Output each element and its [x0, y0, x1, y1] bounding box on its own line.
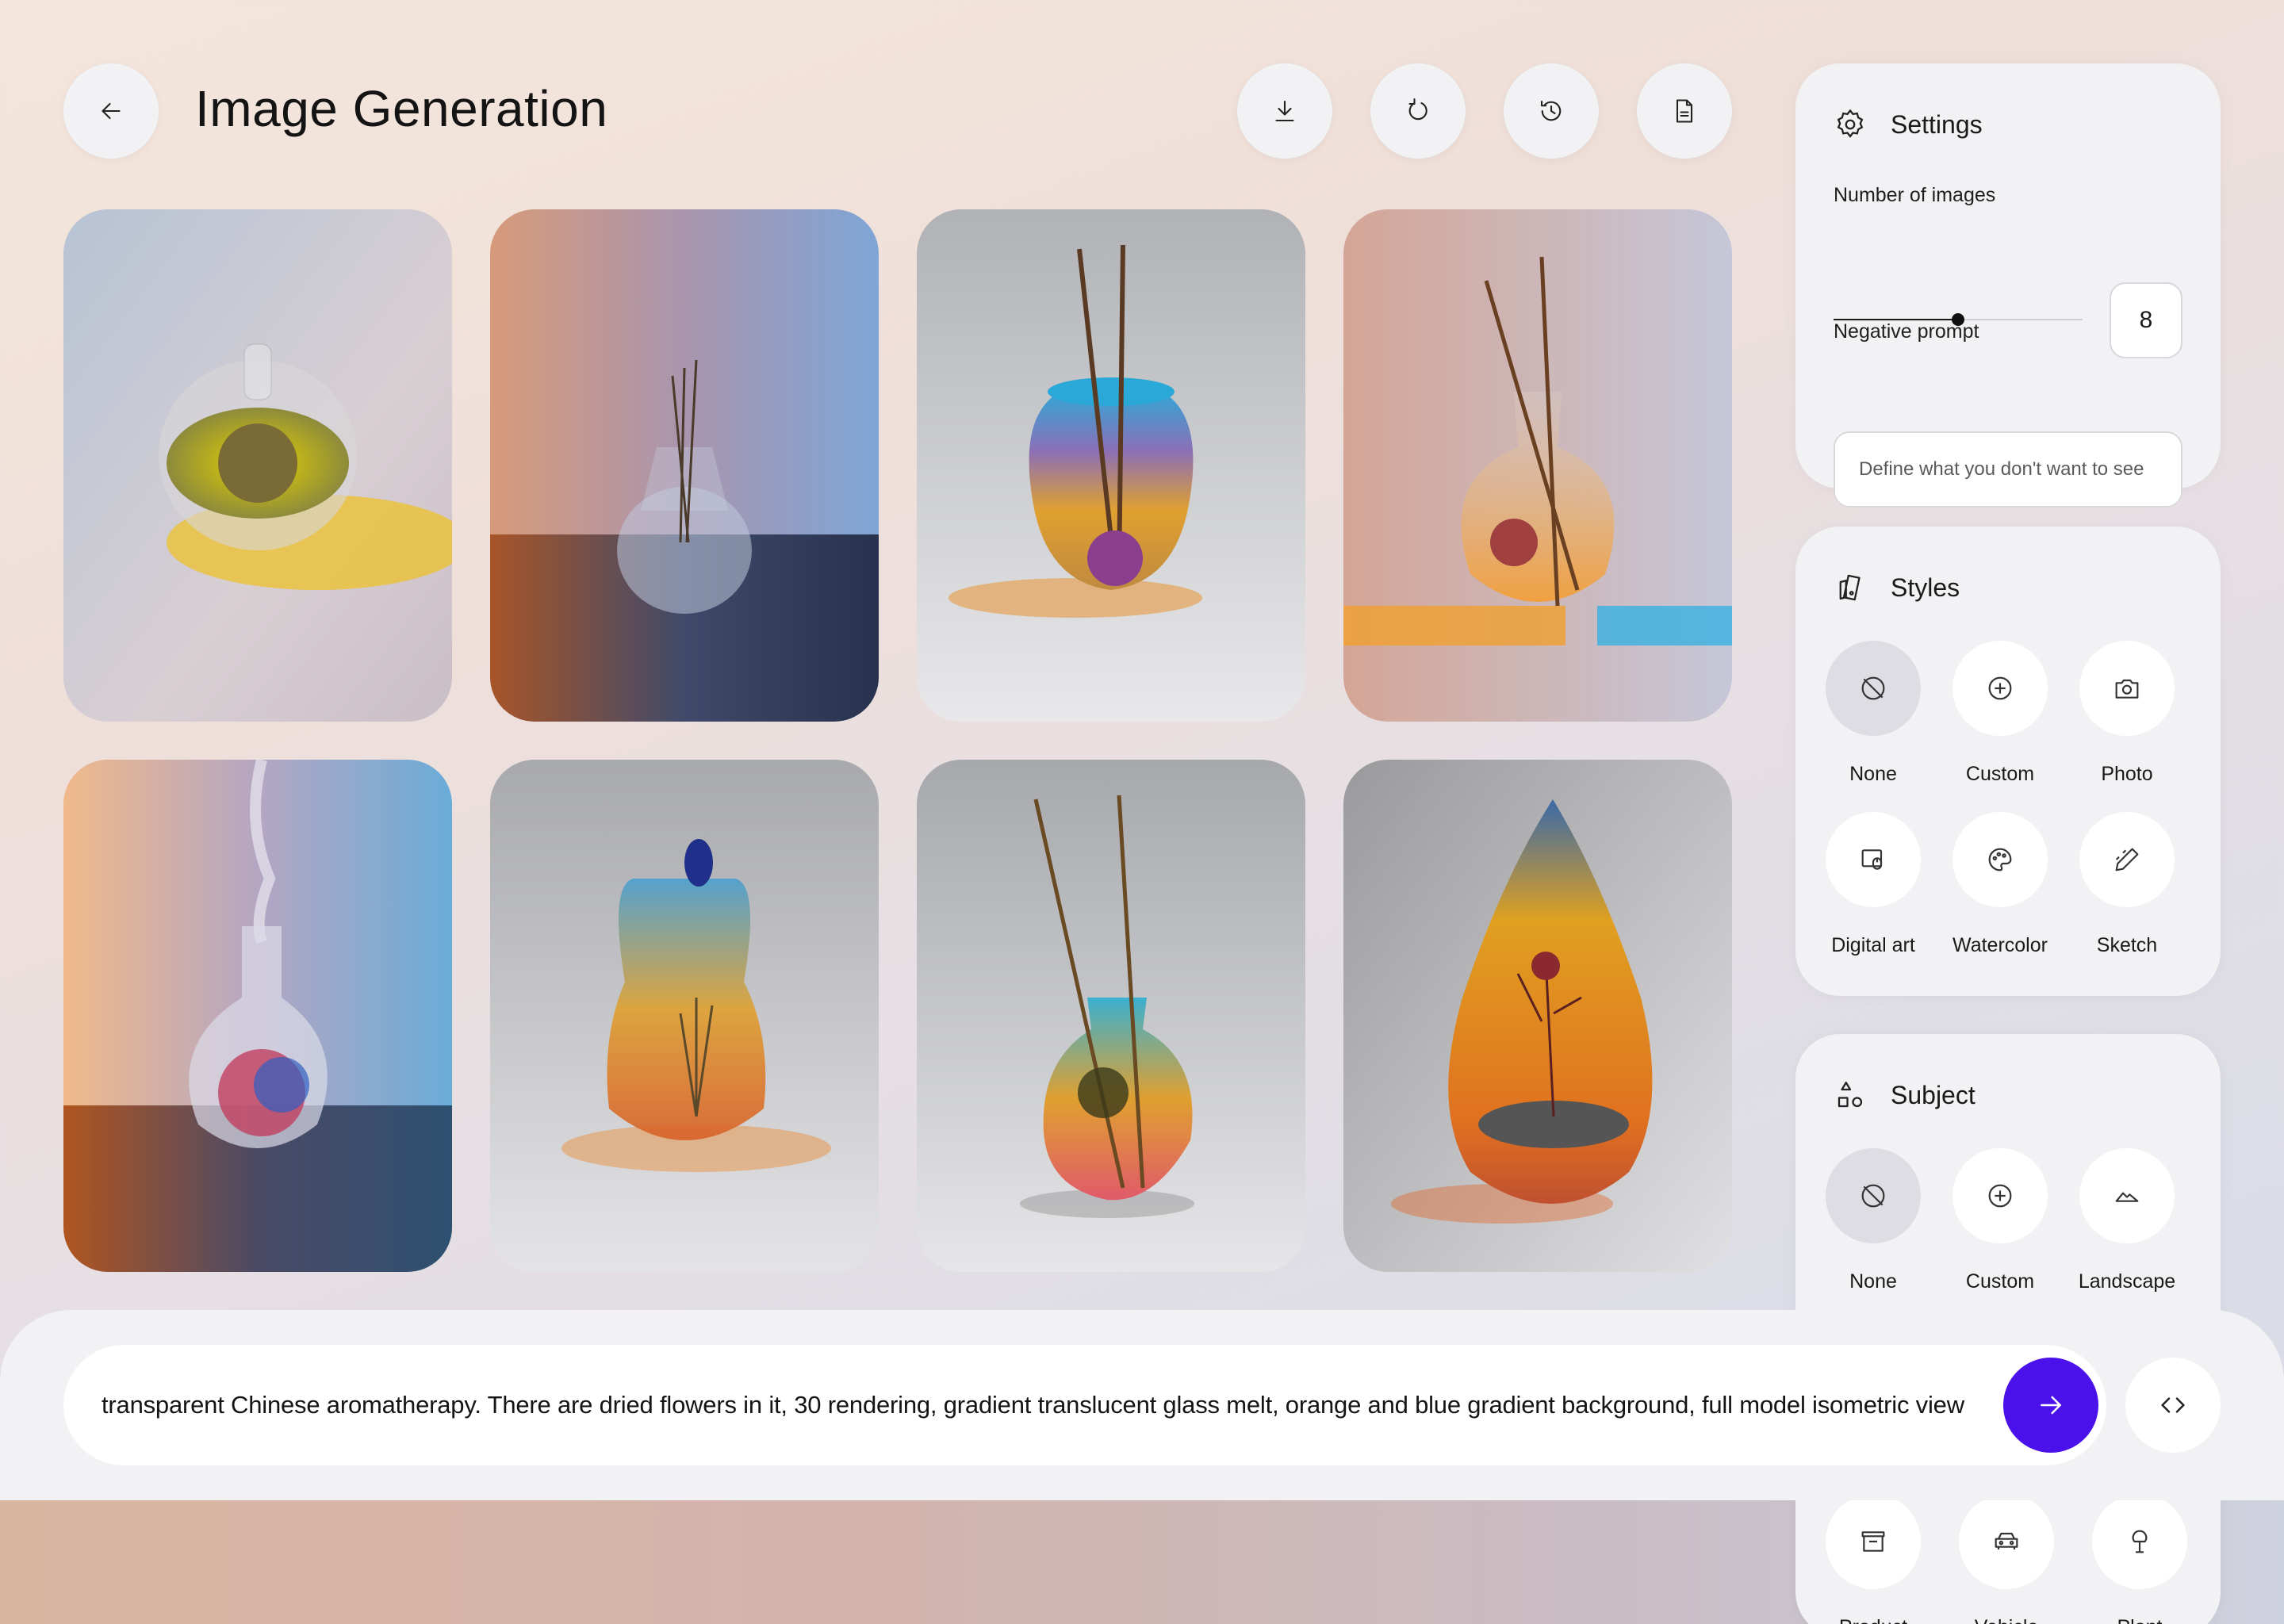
- subject-option-landscape[interactable]: Landscape: [2071, 1148, 2182, 1293]
- arrow-right-icon: [2041, 1396, 2061, 1415]
- document-icon: [1676, 99, 1693, 123]
- plus-icon: [1988, 676, 2012, 700]
- settings-panel: Settings Number of images 8 Negative pro…: [1795, 63, 2221, 508]
- arrow-left-icon: [102, 102, 121, 120]
- style-option-label: Sketch: [2096, 934, 2158, 956]
- code-icon: [2161, 1397, 2185, 1413]
- subject-option-label: Landscape: [2078, 1270, 2176, 1293]
- style-option-digital-art[interactable]: Digital art: [1818, 812, 1929, 957]
- style-option-custom[interactable]: Custom: [1945, 641, 2056, 786]
- generated-image-7[interactable]: [917, 760, 1305, 1272]
- document-button[interactable]: [1637, 63, 1732, 159]
- settings-header: Settings: [1834, 108, 1983, 141]
- download-icon: [1275, 100, 1294, 122]
- style-option-label: Watercolor: [1953, 934, 2048, 956]
- subject-option-vehicle[interactable]: Vehicle: [1951, 1494, 2062, 1624]
- settings-title: Settings: [1891, 109, 1983, 139]
- subject-header: Subject: [1834, 1078, 1976, 1112]
- subject-option-plant[interactable]: Plant: [2084, 1494, 2195, 1624]
- style-option-label: Custom: [1965, 763, 2035, 785]
- palette-icon: [1988, 848, 2012, 871]
- refresh-icon: [1408, 98, 1428, 121]
- refresh-button[interactable]: [1370, 63, 1466, 159]
- negative-prompt-label: Negative prompt: [1834, 320, 1979, 343]
- subject-option-product[interactable]: Product: [1818, 1494, 1929, 1624]
- download-button[interactable]: [1237, 63, 1332, 159]
- gear-icon: [1837, 109, 1864, 138]
- generated-image-6[interactable]: [490, 760, 879, 1272]
- styles-title: Styles: [1891, 573, 1960, 602]
- none-icon: [1861, 676, 1885, 700]
- history-button[interactable]: [1504, 63, 1599, 159]
- none-icon: [1861, 1184, 1885, 1208]
- subject-option-label: Custom: [1965, 1270, 2035, 1293]
- history-icon: [1540, 100, 1562, 121]
- generated-image-5[interactable]: [63, 760, 452, 1272]
- mountain-icon: [2115, 1192, 2139, 1202]
- subject-option-label: None: [1849, 1270, 1897, 1293]
- number-of-images-input[interactable]: 8: [2110, 282, 2182, 358]
- prompt-input[interactable]: transparent Chinese aromatherapy. There …: [63, 1345, 2106, 1465]
- subject-title: Subject: [1891, 1080, 1976, 1109]
- subject-option-label: Vehicle: [1951, 1616, 2062, 1624]
- generated-image-1[interactable]: [63, 209, 452, 722]
- plus-icon: [1988, 1184, 2012, 1208]
- style-option-none[interactable]: None: [1818, 641, 1929, 786]
- styles-panel: Styles None Custom Photo Digital art Wat…: [1795, 527, 2221, 996]
- digital-art-icon: [1861, 849, 1883, 870]
- code-button[interactable]: [2125, 1358, 2221, 1453]
- style-option-photo[interactable]: Photo: [2071, 641, 2182, 786]
- style-option-label: Photo: [2101, 763, 2153, 785]
- style-option-label: Digital art: [1831, 934, 1915, 956]
- negative-prompt-input[interactable]: Define what you don't want to see: [1834, 431, 2182, 508]
- style-option-label: None: [1849, 763, 1897, 785]
- pencil-icon: [2115, 848, 2139, 871]
- subject-option-none[interactable]: None: [1818, 1148, 1929, 1293]
- shapes-icon: [1838, 1082, 1863, 1108]
- style-option-watercolor[interactable]: Watercolor: [1945, 812, 2056, 957]
- subject-option-label: Product: [1818, 1616, 1929, 1624]
- styles-icon: [1839, 574, 1861, 601]
- back-button[interactable]: [63, 63, 159, 159]
- prompt-text[interactable]: transparent Chinese aromatherapy. There …: [102, 1391, 1964, 1419]
- number-of-images-label: Number of images: [1834, 184, 1996, 206]
- tree-icon: [2132, 1530, 2148, 1553]
- generated-image-8[interactable]: [1343, 760, 1732, 1272]
- generated-image-4[interactable]: [1343, 209, 1732, 722]
- style-option-sketch[interactable]: Sketch: [2071, 812, 2182, 957]
- generated-image-2[interactable]: [490, 209, 879, 722]
- subject-option-label: Plant: [2084, 1616, 2195, 1624]
- subject-option-custom[interactable]: Custom: [1945, 1148, 2056, 1293]
- camera-icon: [2115, 679, 2139, 699]
- generate-button[interactable]: [2003, 1358, 2098, 1453]
- car-icon: [1995, 1532, 2018, 1549]
- styles-header: Styles: [1834, 571, 1960, 604]
- generated-image-3[interactable]: [917, 209, 1305, 722]
- prompt-bar: transparent Chinese aromatherapy. There …: [0, 1310, 2284, 1500]
- store-icon: [1861, 1531, 1885, 1552]
- page-title: Image Generation: [195, 80, 608, 137]
